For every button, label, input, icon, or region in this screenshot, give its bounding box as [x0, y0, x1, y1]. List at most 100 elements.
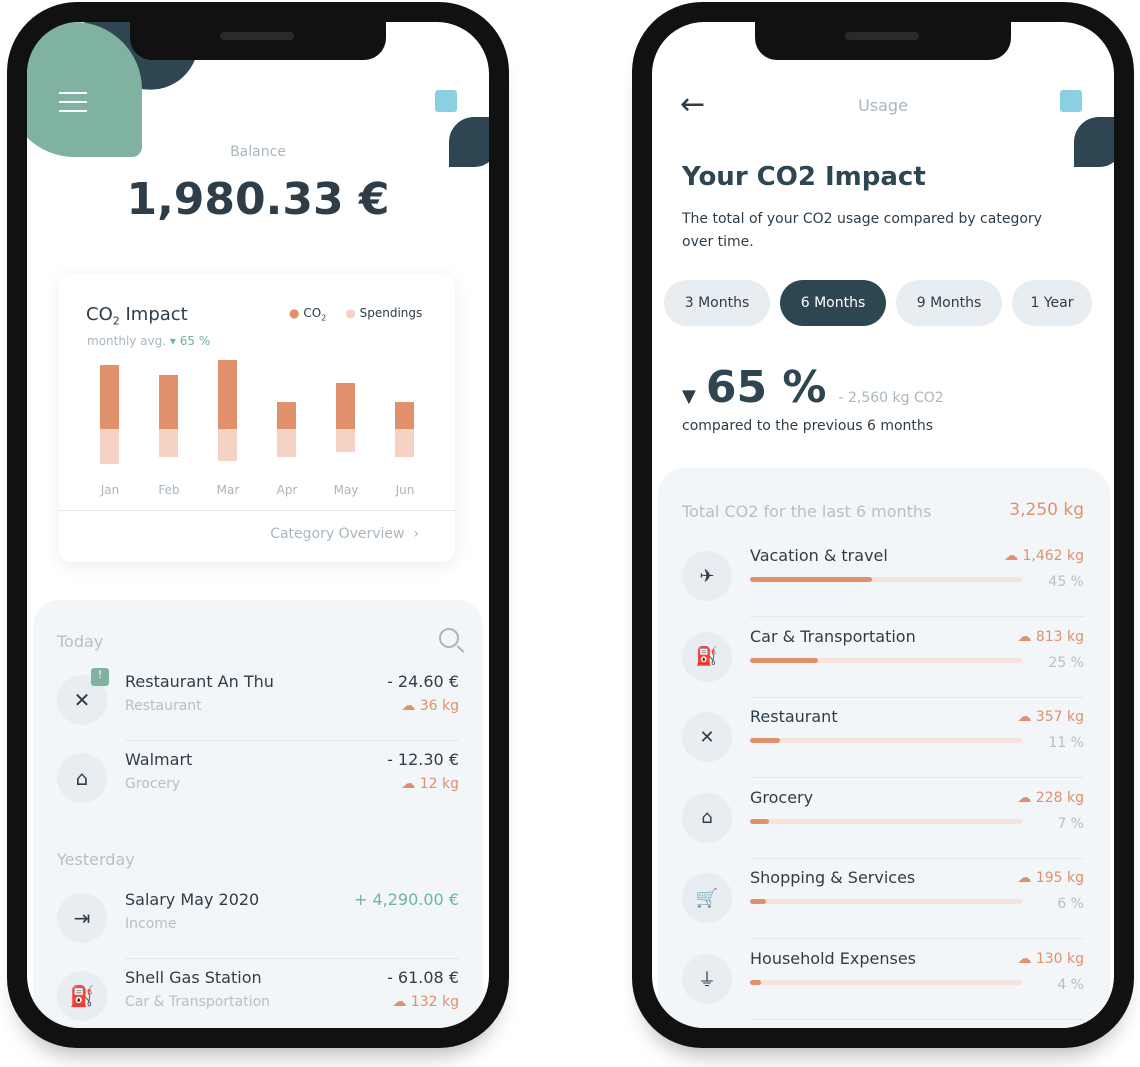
transaction-title: Restaurant An Thu — [125, 672, 274, 691]
bar-spendings-May — [336, 429, 355, 452]
category-row[interactable]: ⏚ Household Expenses ☁ 130 kg 4 % — [658, 949, 1110, 1029]
bar-spendings-Feb — [159, 429, 178, 457]
x-tick-label: Jun — [395, 483, 415, 497]
category-progress — [750, 577, 1022, 582]
period-tab-3[interactable]: 1 Year — [1012, 280, 1092, 326]
category-name: Vacation & travel — [750, 546, 888, 565]
x-tick-label: Mar — [216, 483, 240, 497]
menu-icon[interactable] — [59, 92, 87, 112]
x-tick-label: Apr — [276, 483, 298, 497]
search-icon[interactable] — [439, 628, 465, 653]
category-kg: ☁ 357 kg — [1017, 709, 1084, 725]
category-progress-fill — [750, 818, 770, 824]
category-name: Grocery — [750, 787, 814, 807]
bar-spendings-Mar — [218, 429, 237, 461]
category-progress — [750, 979, 1022, 985]
cloud-icon: ☁ — [1017, 870, 1032, 886]
category-row[interactable]: ⛽ Car & Transportation ☁ 813 kg 25 % — [658, 627, 1110, 707]
transaction-row[interactable]: ⇥ Salary May 2020 Income + 4,290.00 € — [33, 888, 483, 959]
x-tick-label: May — [333, 483, 359, 497]
cloud-icon: ☁ — [1017, 789, 1032, 806]
divider — [125, 958, 459, 959]
basket-icon: ⌂ — [682, 792, 732, 843]
balance-amount: 1,980.33 € — [126, 174, 390, 225]
divider — [750, 938, 1084, 939]
bar-co2-Jun — [395, 402, 414, 429]
plug-icon: ⏚ — [682, 953, 732, 1004]
category-row[interactable]: ✕ Restaurant ☁ 357 kg 11 % — [658, 707, 1110, 787]
cloud-icon: ☁ — [1017, 628, 1032, 645]
transaction-amount: - 61.08 € — [387, 968, 459, 987]
decor-leaf-small — [1074, 117, 1114, 167]
category-percent: 25 % — [1048, 654, 1084, 671]
category-kg: ☁ 1,462 kg — [1004, 548, 1084, 564]
category-row[interactable]: 🛒 Shopping & Services ☁ 195 kg 6 % — [658, 868, 1110, 948]
category-overview-link[interactable]: Category Overview › — [270, 526, 419, 542]
transaction-title: Shell Gas Station — [125, 968, 262, 987]
category-row[interactable]: ✈ Vacation & travel ☁ 1,462 kg 45 % — [658, 546, 1110, 626]
divider — [125, 740, 459, 741]
category-name: Car & Transportation — [750, 626, 916, 646]
period-tab-1[interactable]: 6 Months — [780, 280, 886, 326]
fuel-icon: ⛽ — [682, 631, 732, 682]
total-label: Total CO2 for the last 6 months — [682, 502, 932, 521]
decor-square — [435, 90, 457, 112]
period-tab-0[interactable]: 3 Months — [664, 280, 770, 326]
transaction-co2: ☁ 12 kg — [401, 776, 459, 792]
category-progress-fill — [750, 979, 761, 985]
bar-spendings-Jan — [100, 429, 119, 464]
bar-spendings-Jun — [395, 429, 414, 457]
notch — [755, 22, 1011, 60]
category-percent: 11 % — [1048, 735, 1084, 751]
category-percent: 7 % — [1057, 815, 1084, 832]
transaction-row[interactable]: ✕ ! Restaurant An Thu Restaurant - 24.60… — [33, 668, 483, 741]
cloud-icon: ☁ — [1017, 709, 1032, 725]
divider — [750, 1018, 1084, 1020]
income-icon: ⇥ — [57, 893, 107, 943]
category-progress — [750, 899, 1022, 904]
transaction-co2: ☁ 36 kg — [401, 698, 459, 714]
divider — [59, 510, 455, 511]
transaction-co2: ☁ 132 kg — [392, 994, 459, 1010]
legend: ● CO2 ● Spendings — [289, 306, 423, 323]
change-caption: compared to the previous 6 months — [682, 418, 934, 434]
transaction-amount: - 12.30 € — [387, 750, 459, 769]
category-percent: 4 % — [1057, 976, 1084, 993]
bar-spendings-Apr — [277, 429, 296, 457]
x-tick-label: Jan — [100, 483, 120, 497]
change-kg: - 2,560 kg CO2 — [838, 390, 944, 406]
transaction-title: Salary May 2020 — [125, 890, 260, 909]
balance-label: Balance — [230, 144, 286, 160]
bar-co2-May — [336, 383, 355, 429]
transactions-panel: Today Yesterday ✕ ! Restaurant An Thu Re… — [33, 600, 483, 1028]
divider — [750, 696, 1084, 698]
transaction-title: Walmart — [125, 750, 193, 769]
category-row[interactable]: ⌂ Grocery ☁ 228 kg 7 % — [658, 788, 1110, 868]
co2-impact-card[interactable]: CO2 Impact monthly avg. ▾ 65 % ● CO2 ● S… — [59, 274, 455, 562]
phone-right: ← Usage Your CO2 Impact The total of you… — [632, 2, 1134, 1048]
category-kg: ☁ 228 kg — [1017, 789, 1084, 806]
cutlery-icon: ✕ — [682, 712, 732, 762]
cloud-icon: ☁ — [401, 698, 416, 714]
badge: ! — [91, 668, 109, 686]
transaction-row[interactable]: ⛽ Shell Gas Station Car & Transportation… — [33, 966, 483, 1028]
page-title: Your CO2 Impact — [682, 162, 926, 192]
bar-co2-Mar — [218, 360, 237, 429]
category-progress — [750, 657, 1022, 663]
fuel-icon: ⛽ — [57, 971, 107, 1021]
bar-co2-Feb — [159, 375, 178, 429]
divider — [750, 777, 1084, 778]
monthly-avg: monthly avg. ▾ 65 % — [87, 334, 211, 348]
category-progress — [750, 738, 1022, 743]
down-triangle-icon: ▼ — [682, 386, 696, 407]
airplane-icon: ✈ — [682, 551, 732, 601]
category-kg: ☁ 813 kg — [1017, 628, 1084, 645]
bar-co2-Jan — [100, 365, 119, 429]
home-screen: Balance 1,980.33 € CO2 Impact monthly av… — [27, 22, 489, 1028]
category-progress-fill — [750, 657, 818, 663]
transaction-row[interactable]: ⌂ Walmart Grocery - 12.30 € ☁ 12 kg — [33, 748, 483, 818]
decor-square — [1060, 90, 1082, 112]
category-progress-fill — [750, 577, 873, 582]
change-summary: ▼ 65 % - 2,560 kg CO2 — [682, 362, 944, 413]
period-tab-2[interactable]: 9 Months — [896, 280, 1002, 326]
